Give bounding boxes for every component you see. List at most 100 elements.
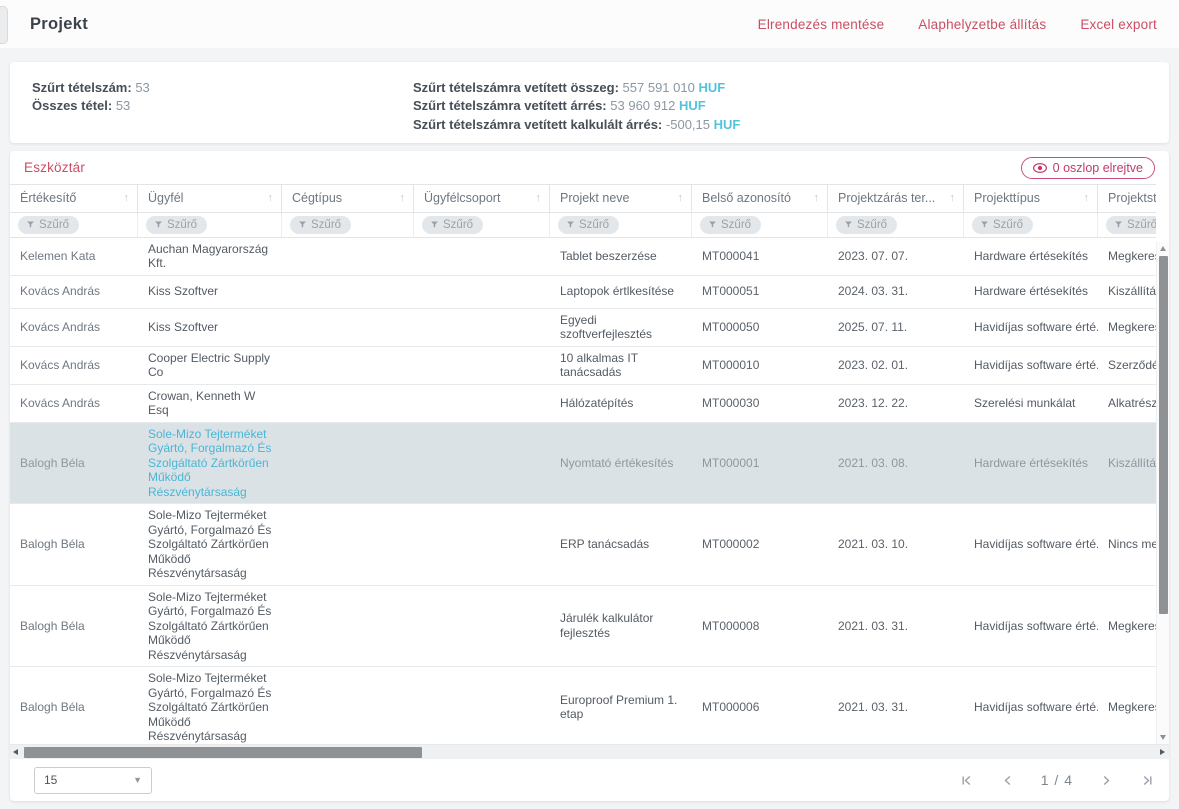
cell-text: 2023. 07. 07.: [838, 249, 908, 264]
table-row[interactable]: Kovács AndrásCrowan, Kenneth W EsqHálóza…: [10, 385, 1156, 423]
cell-text: Kelemen Kata: [20, 249, 95, 264]
cell-text: MT000006: [702, 700, 759, 715]
filter-chip[interactable]: Szűrő: [558, 216, 619, 234]
column-header-7[interactable]: Projekttípus↑: [964, 185, 1098, 212]
cell-text: Hardware értésekítés: [974, 284, 1088, 299]
cell: 10 alkalmas IT tanácsadás: [550, 347, 692, 384]
first-page-button[interactable]: [959, 773, 974, 788]
cell-text: 10 alkalmas IT tanácsadás: [560, 351, 682, 380]
filtered-sum-label: Szűrt tételszámra vetített összeg:: [413, 80, 619, 95]
page-indicator: 1 / 4: [1041, 772, 1073, 788]
cell-text: Sole-Mizo Tejterméket Gyártó, Forgalmazó…: [148, 590, 272, 663]
vertical-scroll-thumb[interactable]: [1159, 256, 1168, 614]
cell: Hardware értésekítés: [964, 238, 1098, 275]
hidden-columns-badge[interactable]: 0 oszlop elrejtve: [1021, 157, 1155, 179]
table-row[interactable]: Balogh BélaSole-Mizo Tejterméket Gyártó,…: [10, 423, 1156, 505]
filter-chip-label: Szűrő: [993, 219, 1023, 231]
table-row[interactable]: Balogh BélaSole-Mizo Tejterméket Gyártó,…: [10, 504, 1156, 586]
filter-chip[interactable]: Szűrő: [18, 216, 79, 234]
column-header-label: Belső azonosító: [702, 191, 791, 205]
scroll-down-button[interactable]: [1157, 731, 1170, 744]
filter-chip-label: Szűrő: [721, 219, 751, 231]
customer-link[interactable]: Sole-Mizo Tejterméket Gyártó, Forgalmazó…: [148, 427, 272, 500]
prev-page-button[interactable]: [1001, 773, 1014, 788]
cell-text: Havidíjas software érté...: [974, 358, 1098, 373]
filtered-margin-currency: HUF: [679, 98, 706, 113]
column-header-4[interactable]: Projekt neve↑: [550, 185, 692, 212]
toolbar-toggle[interactable]: Eszköztár: [24, 160, 85, 175]
horizontal-scroll-track[interactable]: [22, 745, 1157, 759]
page-size-select[interactable]: 15 ▼: [34, 767, 152, 794]
cell: 2025. 07. 11.: [828, 309, 964, 346]
table-row[interactable]: Balogh BélaSole-Mizo Tejterméket Gyártó,…: [10, 667, 1156, 744]
filter-chip[interactable]: Szűrő: [422, 216, 483, 234]
triangle-right-icon: [1160, 749, 1165, 755]
table-row[interactable]: Kovács AndrásKiss SzoftverEgyedi szoftve…: [10, 309, 1156, 347]
scroll-left-button[interactable]: [10, 745, 22, 760]
cell: [282, 504, 414, 585]
cell-text: Nincs meg: [1108, 537, 1156, 552]
cell: [414, 586, 550, 667]
column-header-6[interactable]: Projektzárás ter...↑: [828, 185, 964, 212]
filtered-sum-line: Szűrt tételszámra vetített összeg: 557 5…: [413, 79, 740, 97]
cell-text: Hardware értésekítés: [974, 456, 1088, 471]
table-row[interactable]: Balogh BélaSole-Mizo Tejterméket Gyártó,…: [10, 586, 1156, 668]
calculated-margin-currency: HUF: [714, 117, 741, 132]
funnel-icon: [26, 220, 35, 229]
cell: [282, 423, 414, 504]
cell-text: Sole-Mizo Tejterméket Gyártó, Forgalmazó…: [148, 508, 272, 581]
column-header-5[interactable]: Belső azonosító↑: [692, 185, 828, 212]
cell-text: Havidíjas software érté...: [974, 619, 1098, 634]
cell: Sole-Mizo Tejterméket Gyártó, Forgalmazó…: [138, 586, 282, 667]
cell: Megkerese: [1098, 586, 1156, 667]
column-header-8[interactable]: Projektstá↑: [1098, 185, 1156, 212]
scroll-up-button[interactable]: [1157, 242, 1170, 255]
filter-cell-0: Szűrő: [10, 213, 138, 237]
table-row[interactable]: Kelemen KataAuchan Magyarország Kft.Tabl…: [10, 238, 1156, 276]
cell-text: Hardware értésekítés: [974, 249, 1088, 264]
filter-chip[interactable]: Szűrő: [146, 216, 207, 234]
column-header-3[interactable]: Ügyfélcsoport↑: [414, 185, 550, 212]
table-row[interactable]: Kovács AndrásKiss SzoftverLaptopok értlk…: [10, 276, 1156, 309]
cell-text: MT000001: [702, 456, 759, 471]
column-header-0[interactable]: Értékesítő↑: [10, 185, 138, 212]
cell-text: Havidíjas software érté...: [974, 700, 1098, 715]
excel-export-button[interactable]: Excel export: [1080, 17, 1157, 32]
horizontal-scroll-thumb[interactable]: [24, 747, 422, 758]
scroll-right-button[interactable]: [1157, 745, 1169, 760]
cell: 2021. 03. 31.: [828, 586, 964, 667]
cell-text: MT000002: [702, 537, 759, 552]
filter-chip[interactable]: Szűrő: [290, 216, 351, 234]
column-header-2[interactable]: Cégtípus↑: [282, 185, 414, 212]
filter-chip[interactable]: Szűrő: [972, 216, 1033, 234]
cell-text: Kiss Szoftver: [148, 320, 218, 335]
filter-chip[interactable]: Szűrő: [1106, 216, 1156, 234]
column-header-1[interactable]: Ügyfél↑: [138, 185, 282, 212]
collapsed-panel-edge[interactable]: [0, 6, 8, 44]
header-actions: Elrendezés mentése Alaphelyzetbe állítás…: [758, 17, 1157, 32]
filter-chip[interactable]: Szűrő: [836, 216, 897, 234]
cell-text: Szerződés: [1108, 358, 1156, 373]
filtered-margin-value: 53 960 912: [610, 98, 675, 113]
cell-text: Megkerese: [1108, 249, 1156, 264]
cell: MT000006: [692, 667, 828, 744]
filter-chip[interactable]: Szűrő: [700, 216, 761, 234]
next-page-button[interactable]: [1100, 773, 1113, 788]
cell: Sole-Mizo Tejterméket Gyártó, Forgalmazó…: [138, 423, 282, 504]
cell-text: 2021. 03. 31.: [838, 700, 908, 715]
save-layout-button[interactable]: Elrendezés mentése: [758, 17, 885, 32]
table-header-row: Értékesítő↑Ügyfél↑Cégtípus↑Ügyfélcsoport…: [10, 184, 1156, 213]
sort-arrow-icon: ↑: [1084, 192, 1090, 204]
filter-chip-label: Szűrő: [167, 219, 197, 231]
filter-cell-3: Szűrő: [414, 213, 550, 237]
funnel-icon: [566, 220, 575, 229]
filter-cell-1: Szűrő: [138, 213, 282, 237]
last-page-button[interactable]: [1140, 773, 1155, 788]
reset-layout-button[interactable]: Alaphelyzetbe állítás: [918, 17, 1046, 32]
cell: Havidíjas software érté...: [964, 504, 1098, 585]
table-row[interactable]: Kovács AndrásCooper Electric Supply Co10…: [10, 347, 1156, 385]
top-header-bar: Projekt Elrendezés mentése Alaphelyzetbe…: [0, 0, 1179, 49]
cell: MT000010: [692, 347, 828, 384]
filter-chip-label: Szűrő: [443, 219, 473, 231]
sort-arrow-icon: ↑: [678, 192, 684, 204]
